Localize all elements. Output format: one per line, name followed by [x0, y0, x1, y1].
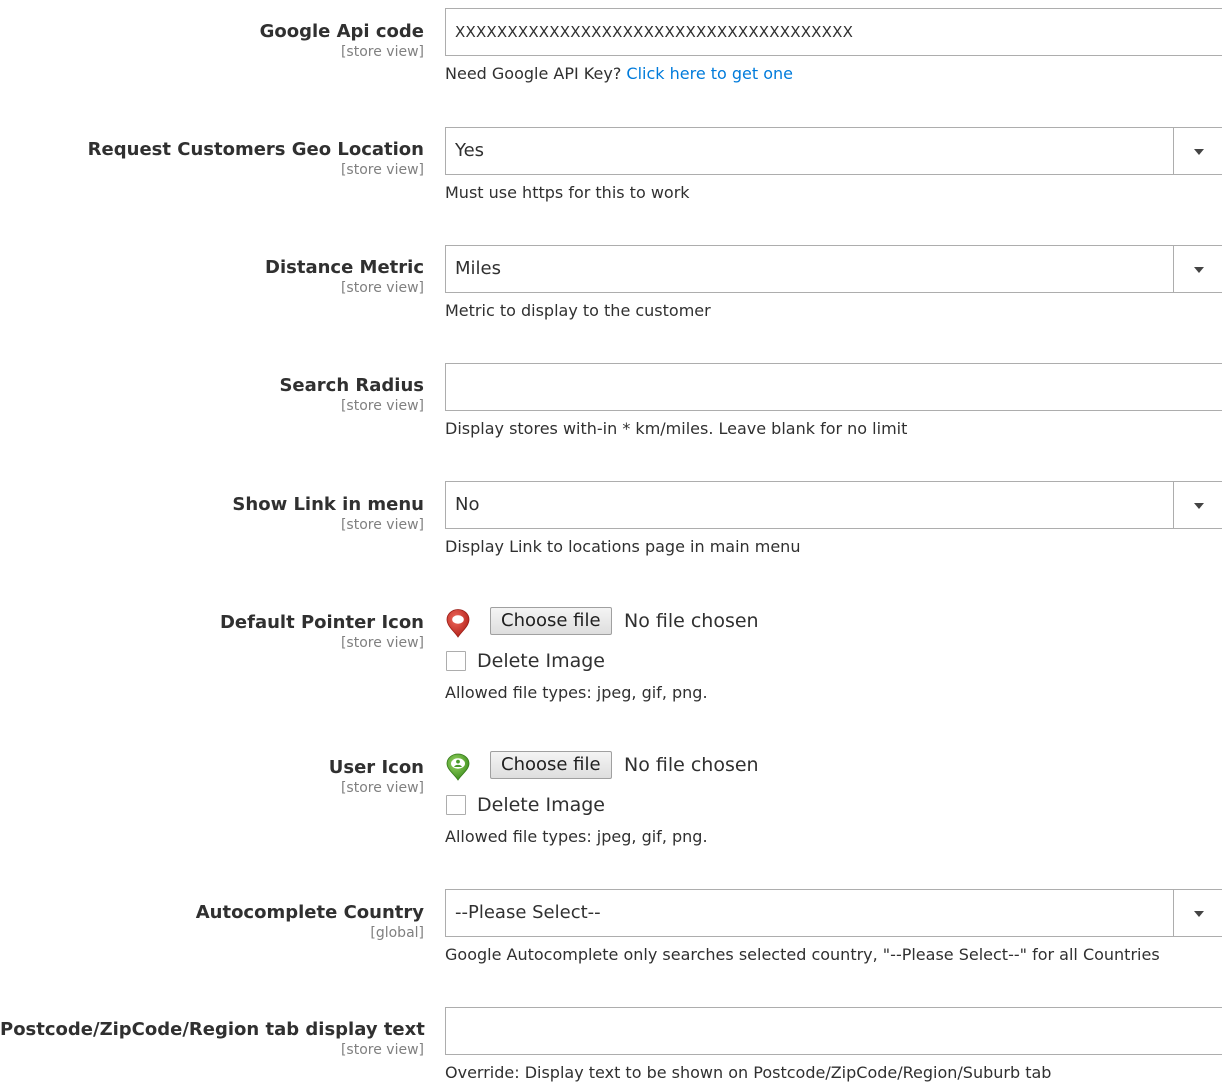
- default-pointer-label-group: Default Pointer Icon [store view]: [0, 612, 424, 651]
- distance-metric-label-group: Distance Metric [store view]: [0, 257, 424, 296]
- distance-metric-scope: [store view]: [340, 280, 424, 296]
- distance-metric-label: Distance Metric: [265, 257, 424, 278]
- file-status-text: No file chosen: [624, 610, 759, 632]
- search-radius-input[interactable]: [445, 363, 1222, 411]
- choose-file-button[interactable]: Choose file: [490, 607, 612, 635]
- delete-image-checkbox[interactable]: [446, 651, 466, 671]
- google-api-field: Need Google API Key? Click here to get o…: [445, 8, 1222, 84]
- search-radius-note: Display stores with-in * km/miles. Leave…: [445, 419, 908, 438]
- user-icon-label: User Icon: [328, 757, 424, 778]
- autocomplete-country-dropdown-button[interactable]: [1173, 890, 1222, 936]
- autocomplete-country-scope: [global]: [370, 925, 424, 941]
- red-map-pin-icon: [446, 609, 470, 638]
- google-api-input[interactable]: [445, 8, 1222, 56]
- distance-metric-select-value: Miles: [455, 258, 501, 279]
- google-api-note: Need Google API Key? Click here to get o…: [445, 64, 1222, 84]
- distance-metric-select[interactable]: Miles: [445, 245, 1222, 293]
- search-radius-field: Display stores with-in * km/miles. Leave…: [445, 363, 1222, 439]
- postcode-text-note: Override: Display text to be shown on Po…: [445, 1063, 1052, 1082]
- geo-location-dropdown-button[interactable]: [1173, 128, 1222, 174]
- geo-location-field: Yes Must use https for this to work: [445, 127, 1222, 203]
- choose-file-button[interactable]: Choose file: [490, 751, 612, 779]
- user-icon-label-group: User Icon [store view]: [0, 757, 424, 796]
- postcode-text-label: Postcode/ZipCode/Region tab display text: [0, 1019, 425, 1040]
- postcode-text-field: Override: Display text to be shown on Po…: [445, 1007, 1222, 1083]
- delete-image-label[interactable]: Delete Image: [477, 647, 605, 675]
- delete-image-checkbox[interactable]: [446, 795, 466, 815]
- user-icon-file-line: Choose file No file chosen: [445, 751, 1222, 781]
- search-radius-label: Search Radius: [279, 375, 424, 396]
- geo-location-scope: [store view]: [340, 162, 424, 178]
- chevron-down-icon: [1194, 911, 1204, 917]
- chevron-down-icon: [1194, 503, 1204, 509]
- google-api-scope: [store view]: [340, 44, 424, 60]
- autocomplete-country-field: --Please Select-- Google Autocomplete on…: [445, 889, 1222, 965]
- delete-image-label[interactable]: Delete Image: [477, 791, 605, 819]
- geo-location-note: Must use https for this to work: [445, 183, 690, 202]
- show-link-field: No Display Link to locations page in mai…: [445, 481, 1222, 557]
- default-pointer-field: Choose file No file chosen Delete Image …: [445, 607, 1222, 703]
- geo-location-select[interactable]: Yes: [445, 127, 1222, 175]
- geo-location-select-value: Yes: [455, 140, 485, 161]
- chevron-down-icon: [1194, 149, 1204, 155]
- search-radius-label-group: Search Radius [store view]: [0, 375, 424, 414]
- user-icon-scope: [store view]: [340, 780, 424, 796]
- postcode-text-scope: [store view]: [340, 1042, 424, 1058]
- file-status-text: No file chosen: [624, 754, 759, 776]
- search-radius-scope: [store view]: [340, 398, 424, 414]
- postcode-text-label-group: Postcode/ZipCode/Region tab display text…: [0, 1019, 425, 1058]
- distance-metric-field: Miles Metric to display to the customer: [445, 245, 1222, 321]
- default-pointer-label: Default Pointer Icon: [219, 612, 424, 633]
- geo-location-label-group: Request Customers Geo Location [store vi…: [0, 139, 424, 178]
- show-link-label-group: Show Link in menu [store view]: [0, 494, 424, 533]
- show-link-select-value: No: [455, 494, 480, 515]
- show-link-dropdown-button[interactable]: [1173, 482, 1222, 528]
- default-pointer-scope: [store view]: [340, 635, 424, 651]
- google-api-label: Google Api code: [259, 21, 424, 42]
- autocomplete-country-label: Autocomplete Country: [195, 902, 424, 923]
- chevron-down-icon: [1194, 267, 1204, 273]
- geo-location-label: Request Customers Geo Location: [87, 139, 424, 160]
- autocomplete-country-note: Google Autocomplete only searches select…: [445, 945, 1160, 964]
- google-api-note-text: Need Google API Key?: [445, 64, 627, 83]
- default-pointer-file-line: Choose file No file chosen: [445, 607, 1222, 638]
- distance-metric-note: Metric to display to the customer: [445, 301, 711, 320]
- user-icon-field: Choose file No file chosen Delete Image …: [445, 751, 1222, 847]
- show-link-label: Show Link in menu: [232, 494, 424, 515]
- default-pointer-delete-line: Delete Image: [445, 647, 1222, 677]
- green-user-pin-icon: [446, 753, 470, 781]
- autocomplete-country-label-group: Autocomplete Country [global]: [0, 902, 424, 941]
- get-api-key-link[interactable]: Click here to get one: [626, 64, 793, 83]
- autocomplete-country-select[interactable]: --Please Select--: [445, 889, 1222, 937]
- show-link-note: Display Link to locations page in main m…: [445, 537, 801, 556]
- postcode-text-input[interactable]: [445, 1007, 1222, 1055]
- user-icon-note: Allowed file types: jpeg, gif, png.: [445, 827, 708, 846]
- autocomplete-country-select-value: --Please Select--: [455, 902, 601, 923]
- show-link-select[interactable]: No: [445, 481, 1222, 529]
- google-api-label-group: Google Api code [store view]: [0, 21, 424, 60]
- show-link-scope: [store view]: [340, 517, 424, 533]
- default-pointer-note: Allowed file types: jpeg, gif, png.: [445, 683, 708, 702]
- user-icon-delete-line: Delete Image: [445, 791, 1222, 821]
- distance-metric-dropdown-button[interactable]: [1173, 246, 1222, 292]
